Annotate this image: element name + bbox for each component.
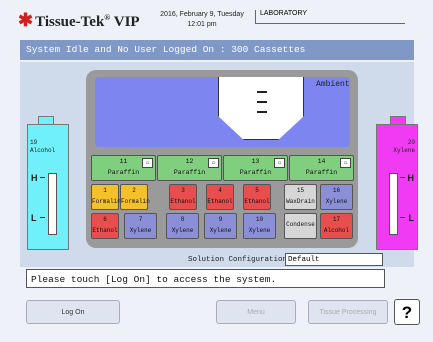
reagent-station-16[interactable]: 16 Xylene	[320, 184, 353, 210]
menu-button[interactable]: Menu	[216, 300, 296, 324]
station-name: Xylene	[248, 227, 271, 234]
chamber-line	[257, 101, 267, 103]
station-name: Paraffin	[173, 169, 206, 176]
low-level-label: L	[408, 213, 415, 223]
message-box: Please touch [Log On] to access the syst…	[26, 269, 385, 288]
bath-indicator-icon: ⌂	[340, 158, 351, 168]
station-name: Ethanol	[170, 198, 196, 205]
bottle-name: Xylene	[393, 147, 415, 154]
station-number: 10	[255, 216, 264, 223]
chamber-line	[257, 91, 267, 93]
reagent-station-10[interactable]: 10 Xylene	[243, 213, 276, 239]
station-name: Xylene	[325, 198, 348, 205]
station-name: Xylene	[129, 227, 152, 234]
bottle-number: 19	[30, 139, 38, 146]
tissue-processing-button[interactable]: Tissue Processing	[308, 300, 388, 324]
station-name: Alcohol	[323, 227, 350, 234]
status-bar: System Idle and No User Logged On : 300 …	[20, 40, 414, 60]
bath-indicator-icon: ⌂	[274, 158, 285, 168]
log-on-button[interactable]: Log On	[26, 300, 120, 324]
station-number: 9	[218, 216, 223, 223]
level-tick	[400, 217, 405, 218]
logo-text: Tissue-Tek	[35, 14, 105, 30]
level-tick	[40, 217, 45, 218]
station-name: Formalin	[92, 198, 121, 205]
reagent-station-9[interactable]: 9 Xylene	[204, 213, 237, 239]
station-number: 15	[296, 187, 305, 194]
reagent-station-3[interactable]: 3 Ethanol	[169, 184, 197, 210]
reagent-station-4[interactable]: 4 Ethanol	[206, 184, 234, 210]
reagent-station-1[interactable]: 1 Formalin	[91, 184, 121, 210]
datetime: 2016, February 9, Tuesday 12:01 pm	[152, 10, 252, 30]
solution-config-value[interactable]: Default	[285, 253, 383, 266]
chamber-line	[257, 111, 267, 113]
xylene-bottle[interactable]: 20 Xylene H L	[376, 124, 418, 250]
level-tick	[40, 177, 45, 178]
bottle-name: Alcohol	[30, 147, 56, 154]
date-text: 2016, February 9, Tuesday	[160, 11, 244, 18]
station-number: 5	[255, 187, 259, 194]
station-number: 17	[332, 216, 341, 223]
station-number: 8	[180, 216, 185, 223]
station-name: Condense	[286, 221, 315, 228]
reagent-station-5[interactable]: 5 Ethanol	[243, 184, 271, 210]
paraffin-bath-11[interactable]: 11 Paraffin ⌂	[91, 155, 156, 181]
bath-indicator-icon: ⌂	[142, 158, 153, 168]
paraffin-bath-13[interactable]: 13 Paraffin ⌂	[223, 155, 288, 181]
station-name: Ethanol	[207, 198, 233, 205]
high-level-label: H	[407, 173, 415, 183]
station-number: 6	[103, 216, 107, 223]
bath-indicator-icon: ⌂	[208, 158, 219, 168]
station-number: 3	[181, 187, 185, 194]
star-logo-icon: ✱	[18, 10, 34, 30]
reagent-station-17[interactable]: 17 Alcohol	[320, 213, 353, 239]
high-level-label: H	[31, 173, 38, 183]
location-label: LABORATORY	[255, 10, 405, 24]
level-tick	[400, 177, 405, 178]
station-name: Paraffin	[305, 169, 338, 176]
station-name: Ethanol	[244, 198, 270, 205]
solution-config-label: Solution Configuration	[188, 256, 288, 264]
condense-station[interactable]: Condense	[284, 213, 317, 239]
station-number: 4	[218, 187, 222, 194]
station-number: 1	[103, 187, 107, 194]
station-number: 2	[132, 187, 136, 194]
station-name: Xylene	[209, 227, 232, 234]
reagent-station-7[interactable]: 7 Xylene	[124, 213, 157, 239]
station-name: WaxDrain	[286, 198, 315, 205]
station-number: 16	[332, 187, 341, 194]
paraffin-bath-14[interactable]: 14 Paraffin ⌂	[289, 155, 354, 181]
station-name: Xylene	[171, 227, 194, 234]
paraffin-bath-12[interactable]: 12 Paraffin ⌂	[157, 155, 222, 181]
level-gauge	[389, 173, 398, 235]
app-logo: ✱ Tissue-Tek® VIP	[18, 10, 140, 31]
station-number: 7	[138, 216, 143, 223]
help-button[interactable]: ?	[394, 299, 420, 325]
reagent-station-2[interactable]: 2 Formalin	[120, 184, 150, 210]
logo-suffix: VIP	[113, 14, 140, 30]
station-name: Formalin	[121, 198, 150, 205]
station-name: Paraffin	[107, 169, 140, 176]
station-name: Ethanol	[92, 227, 118, 234]
bottle-number: 20	[407, 139, 415, 146]
reagent-station-6[interactable]: 6 Ethanol	[91, 213, 119, 239]
logo-mark: ®	[104, 13, 111, 22]
low-level-label: L	[31, 213, 37, 223]
reagent-station-8[interactable]: 8 Xylene	[166, 213, 199, 239]
level-gauge	[48, 173, 57, 235]
station-name: Paraffin	[239, 169, 272, 176]
retort-temperature: Ambient	[316, 80, 350, 89]
waxdrain-station[interactable]: 15 WaxDrain	[284, 184, 317, 210]
alcohol-bottle[interactable]: 19 Alcohol H L	[27, 124, 69, 250]
time-text: 12:01 pm	[187, 21, 217, 28]
